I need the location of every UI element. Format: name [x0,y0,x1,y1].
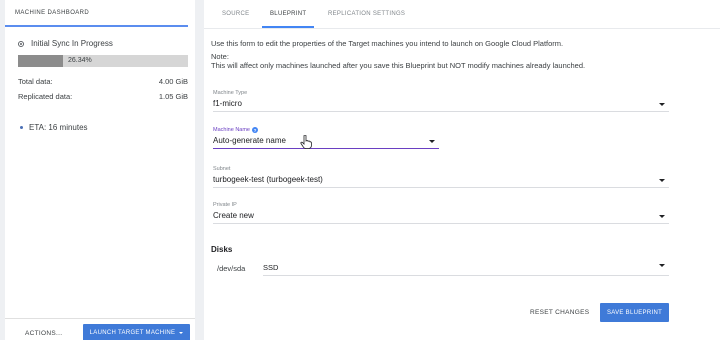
machine-name-select[interactable]: Auto-generate name [213,136,439,149]
disks-heading: Disks [211,245,233,254]
reset-changes-button[interactable]: RESET CHANGES [530,309,589,316]
note-text: This will affect only machines launched … [211,61,586,70]
private-ip-label: Private IP [213,202,237,208]
machine-type-field[interactable]: Machine Type f1-micro [213,90,669,112]
launch-target-machine-label: LAUNCH TARGET MACHINE [89,329,176,336]
disk-row: /dev/sda SSD [213,260,669,276]
subnet-field[interactable]: Subnet turbogeek-test (turbogeek-test) [213,166,669,188]
private-ip-select[interactable]: Create new [213,211,669,224]
dropdown-arrow-icon [659,264,665,267]
private-ip-value: Create new [213,211,254,220]
machine-name-label: Machine Name [213,127,250,133]
help-icon[interactable]: ? [252,127,258,133]
sync-status: Initial Sync In Progress [18,39,113,48]
launch-target-machine-button[interactable]: LAUNCH TARGET MACHINE [83,324,190,340]
tab-blueprint[interactable]: BLUEPRINT [270,11,306,17]
sync-status-label: Initial Sync In Progress [31,39,113,48]
sync-progress-fill [18,55,63,67]
dropdown-arrow-icon [659,103,665,106]
total-data-value: 4.00 GiB [158,77,188,86]
left-footer: ACTIONS... LAUNCH TARGET MACHINE [5,318,195,340]
machine-type-label: Machine Type [213,90,248,96]
machine-name-field[interactable]: Machine Name ? Auto-generate name [213,127,439,149]
dropdown-arrow-icon [659,179,665,182]
subnet-value: turbogeek-test (turbogeek-test) [213,175,323,184]
note-label: Note: [211,52,229,61]
radio-icon [18,40,24,47]
actions-button[interactable]: ACTIONS... [25,330,62,337]
private-ip-field[interactable]: Private IP Create new [213,202,669,224]
dropdown-arrow-icon [429,140,435,143]
disk-type-value: SSD [263,263,279,272]
eta: ETA: 16 minutes [20,123,88,132]
sync-progress-bar: 26.34% [18,55,188,67]
tab-replication-settings[interactable]: REPLICATION SETTINGS [328,11,405,17]
hand-pointer-icon [300,135,312,149]
machine-dashboard-panel: MACHINE DASHBOARD Initial Sync In Progre… [5,0,195,340]
form-intro: Use this form to edit the properties of … [211,39,564,48]
save-blueprint-button[interactable]: SAVE BLUEPRINT [600,303,669,322]
tab-active-indicator [262,26,314,28]
tab-machine-dashboard[interactable]: MACHINE DASHBOARD [5,0,188,27]
subnet-label: Subnet [213,166,231,172]
save-blueprint-label: SAVE BLUEPRINT [606,309,663,316]
replicated-data-value: 1.05 GiB [158,92,188,101]
bullet-icon [20,126,23,129]
machine-type-value: f1-micro [213,99,242,108]
tabs-bar: SOURCE BLUEPRINT REPLICATION SETTINGS [204,0,720,29]
replicated-data-label: Replicated data: [18,92,73,101]
subnet-select[interactable]: turbogeek-test (turbogeek-test) [213,175,669,188]
machine-type-select[interactable]: f1-micro [213,99,669,112]
caret-down-icon [179,331,184,334]
dropdown-arrow-icon [659,215,665,218]
tab-machine-dashboard-label: MACHINE DASHBOARD [15,10,90,16]
sync-progress-label: 26.34% [68,57,92,64]
machine-name-label-row: Machine Name ? [213,127,439,133]
eta-label: ETA: 16 minutes [29,123,88,132]
total-data-label: Total data: [18,77,53,86]
machine-name-value: Auto-generate name [213,136,286,145]
disk-device: /dev/sda [217,264,246,273]
disk-type-select[interactable]: SSD [263,260,669,276]
tab-source[interactable]: SOURCE [222,11,249,17]
blueprint-panel: SOURCE BLUEPRINT REPLICATION SETTINGS Us… [204,0,720,340]
